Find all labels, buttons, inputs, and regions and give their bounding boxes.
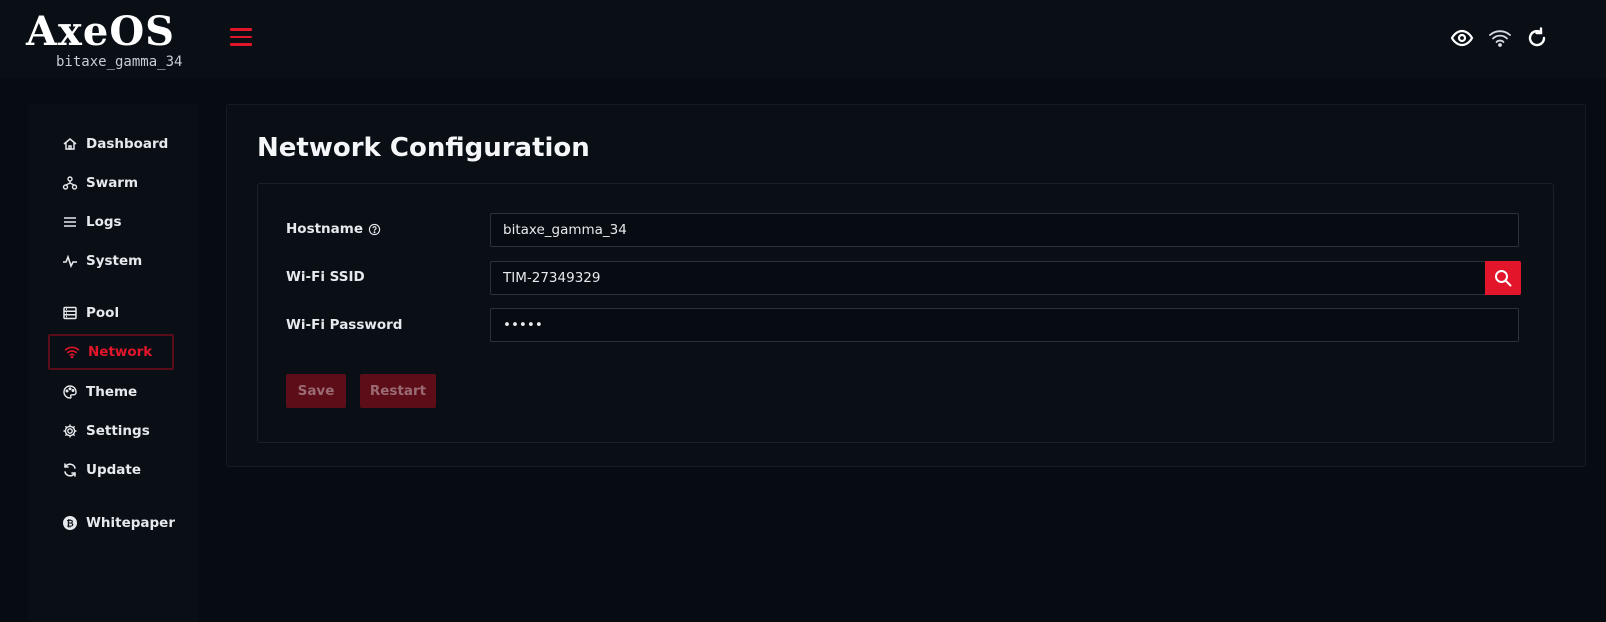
hamburger-line [230, 43, 252, 46]
eye-icon[interactable] [1450, 26, 1474, 50]
home-icon [62, 136, 78, 152]
hostname-label-text: Hostname [286, 221, 364, 237]
help-icon[interactable] [368, 223, 381, 236]
svg-text:₿: ₿ [66, 519, 73, 530]
ssid-label: Wi-Fi SSID [286, 269, 365, 285]
sidebar-item-update[interactable]: Update [48, 452, 174, 488]
sidebar-item-label: Settings [86, 423, 150, 439]
network-config-card: Network Configuration Hostname Wi-Fi SSI… [226, 104, 1586, 467]
server-icon [62, 305, 78, 321]
sidebar-item-label: Logs [86, 214, 122, 230]
sidebar-item-label: Swarm [86, 175, 139, 191]
password-input[interactable] [490, 308, 1519, 342]
ssid-input[interactable] [490, 261, 1486, 295]
sidebar: Dashboard Swarm Logs System Pool Network… [28, 104, 198, 622]
menu-toggle-button[interactable] [230, 28, 252, 46]
list-icon [62, 214, 78, 230]
device-hostname: bitaxe_gamma_34 [56, 54, 183, 70]
save-button[interactable]: Save [286, 374, 346, 408]
scan-wifi-button[interactable] [1485, 261, 1521, 295]
page-title: Network Configuration [257, 133, 590, 163]
refresh-icon[interactable] [1525, 26, 1549, 50]
hostname-input[interactable] [490, 213, 1519, 247]
sidebar-item-label: Update [86, 462, 142, 478]
sidebar-item-label: Dashboard [86, 136, 169, 152]
sync-icon [62, 462, 78, 478]
sidebar-item-logs[interactable]: Logs [48, 204, 174, 240]
palette-icon [62, 384, 78, 400]
sidebar-item-label: System [86, 253, 143, 269]
sidebar-item-whitepaper[interactable]: ₿ Whitepaper [48, 505, 175, 541]
sidebar-item-label: Theme [86, 384, 138, 400]
gear-icon [62, 423, 78, 439]
hamburger-line [230, 28, 252, 31]
hostname-label: Hostname [286, 221, 381, 237]
sidebar-item-label: Network [88, 344, 153, 360]
bitcoin-icon: ₿ [62, 515, 78, 531]
restart-button[interactable]: Restart [360, 374, 436, 408]
sidebar-item-theme[interactable]: Theme [48, 374, 174, 410]
sidebar-item-system[interactable]: System [48, 243, 174, 279]
axeos-logo: AxeOS [26, 8, 176, 55]
sidebar-item-swarm[interactable]: Swarm [48, 165, 174, 201]
sidebar-item-pool[interactable]: Pool [48, 295, 174, 331]
wifi-icon[interactable] [1488, 26, 1512, 50]
password-label: Wi-Fi Password [286, 317, 403, 333]
hamburger-line [230, 35, 252, 38]
pulse-icon [62, 253, 78, 269]
wifi-icon [64, 344, 80, 360]
sidebar-item-label: Pool [86, 305, 120, 321]
search-icon [1495, 270, 1512, 287]
sitemap-icon [62, 175, 78, 191]
sidebar-item-network[interactable]: Network [48, 334, 174, 370]
sidebar-item-dashboard[interactable]: Dashboard [48, 126, 174, 162]
top-bar: AxeOS bitaxe_gamma_34 [0, 0, 1606, 78]
sidebar-item-settings[interactable]: Settings [48, 413, 174, 449]
sidebar-item-label: Whitepaper [86, 515, 175, 531]
network-form: Hostname Wi-Fi SSID Wi-Fi Password Save … [257, 183, 1554, 443]
